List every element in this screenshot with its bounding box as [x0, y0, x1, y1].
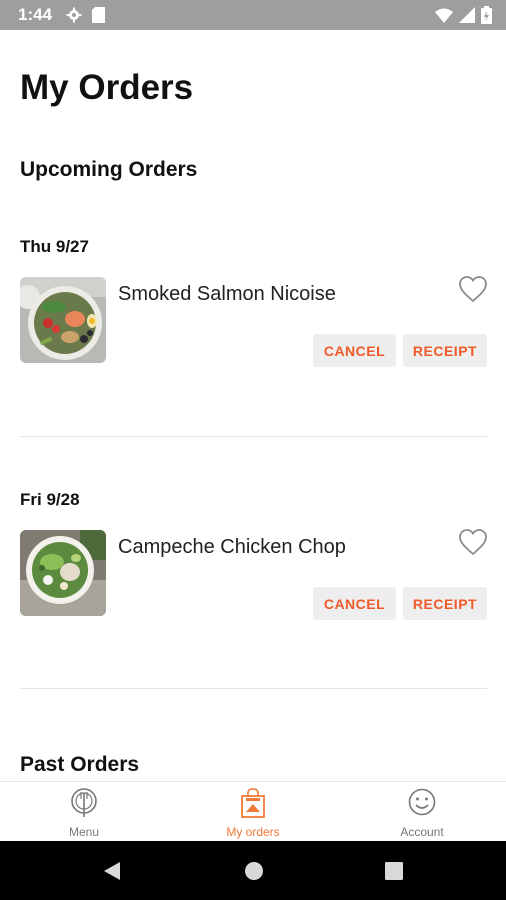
receipt-button[interactable]: RECEIPT	[403, 334, 487, 367]
order-card: Thu 9/27 Smoked Salmon Nicoise CANCEL RE…	[0, 237, 506, 397]
page-title: My Orders	[20, 68, 194, 107]
divider	[20, 436, 487, 437]
cancel-button[interactable]: CANCEL	[313, 334, 396, 367]
past-orders-heading: Past Orders	[20, 753, 140, 776]
order-card: Fri 9/28 Campeche Chicken Chop CANCEL RE…	[0, 490, 506, 650]
order-thumbnail[interactable]	[20, 277, 106, 363]
receipt-button[interactable]: RECEIPT	[403, 587, 487, 620]
signal-icon	[459, 7, 475, 23]
nav-label-account: Account	[400, 825, 444, 839]
nav-tab-account[interactable]: Account	[338, 782, 506, 842]
cancel-button[interactable]: CANCEL	[313, 587, 396, 620]
order-item-name: Campeche Chicken Chop	[118, 536, 346, 558]
divider	[20, 688, 487, 689]
heart-icon[interactable]	[458, 275, 488, 303]
sd-card-icon	[92, 7, 105, 23]
status-bar: 1:44	[0, 0, 506, 30]
nav-tab-menu[interactable]: Menu	[0, 782, 168, 842]
nav-label-my-orders: My orders	[226, 825, 280, 839]
upcoming-orders-heading: Upcoming Orders	[20, 158, 198, 181]
order-thumbnail[interactable]	[20, 530, 106, 616]
home-icon[interactable]	[244, 861, 264, 881]
recents-icon[interactable]	[384, 861, 404, 881]
status-right-icons	[435, 6, 492, 24]
status-time: 1:44	[18, 5, 53, 24]
smiley-icon	[408, 788, 436, 816]
salad-bowl-image	[20, 277, 106, 363]
order-date: Fri 9/28	[20, 490, 80, 509]
menu-icon	[71, 788, 97, 817]
order-date: Thu 9/27	[20, 237, 89, 256]
nav-label-menu: Menu	[68, 825, 100, 839]
wifi-icon	[435, 8, 453, 23]
order-item-name: Smoked Salmon Nicoise	[118, 283, 336, 305]
system-nav-bar	[0, 841, 506, 900]
battery-icon	[481, 6, 492, 24]
bottom-nav: Menu My orders Account	[0, 781, 506, 841]
shopping-bag-icon	[241, 788, 265, 818]
back-icon[interactable]	[102, 861, 122, 881]
gear-icon	[66, 7, 82, 23]
nav-tab-my-orders[interactable]: My orders	[169, 782, 337, 842]
status-left-icons	[66, 7, 105, 23]
heart-icon[interactable]	[458, 528, 488, 556]
salad-bowl-image	[20, 530, 106, 616]
